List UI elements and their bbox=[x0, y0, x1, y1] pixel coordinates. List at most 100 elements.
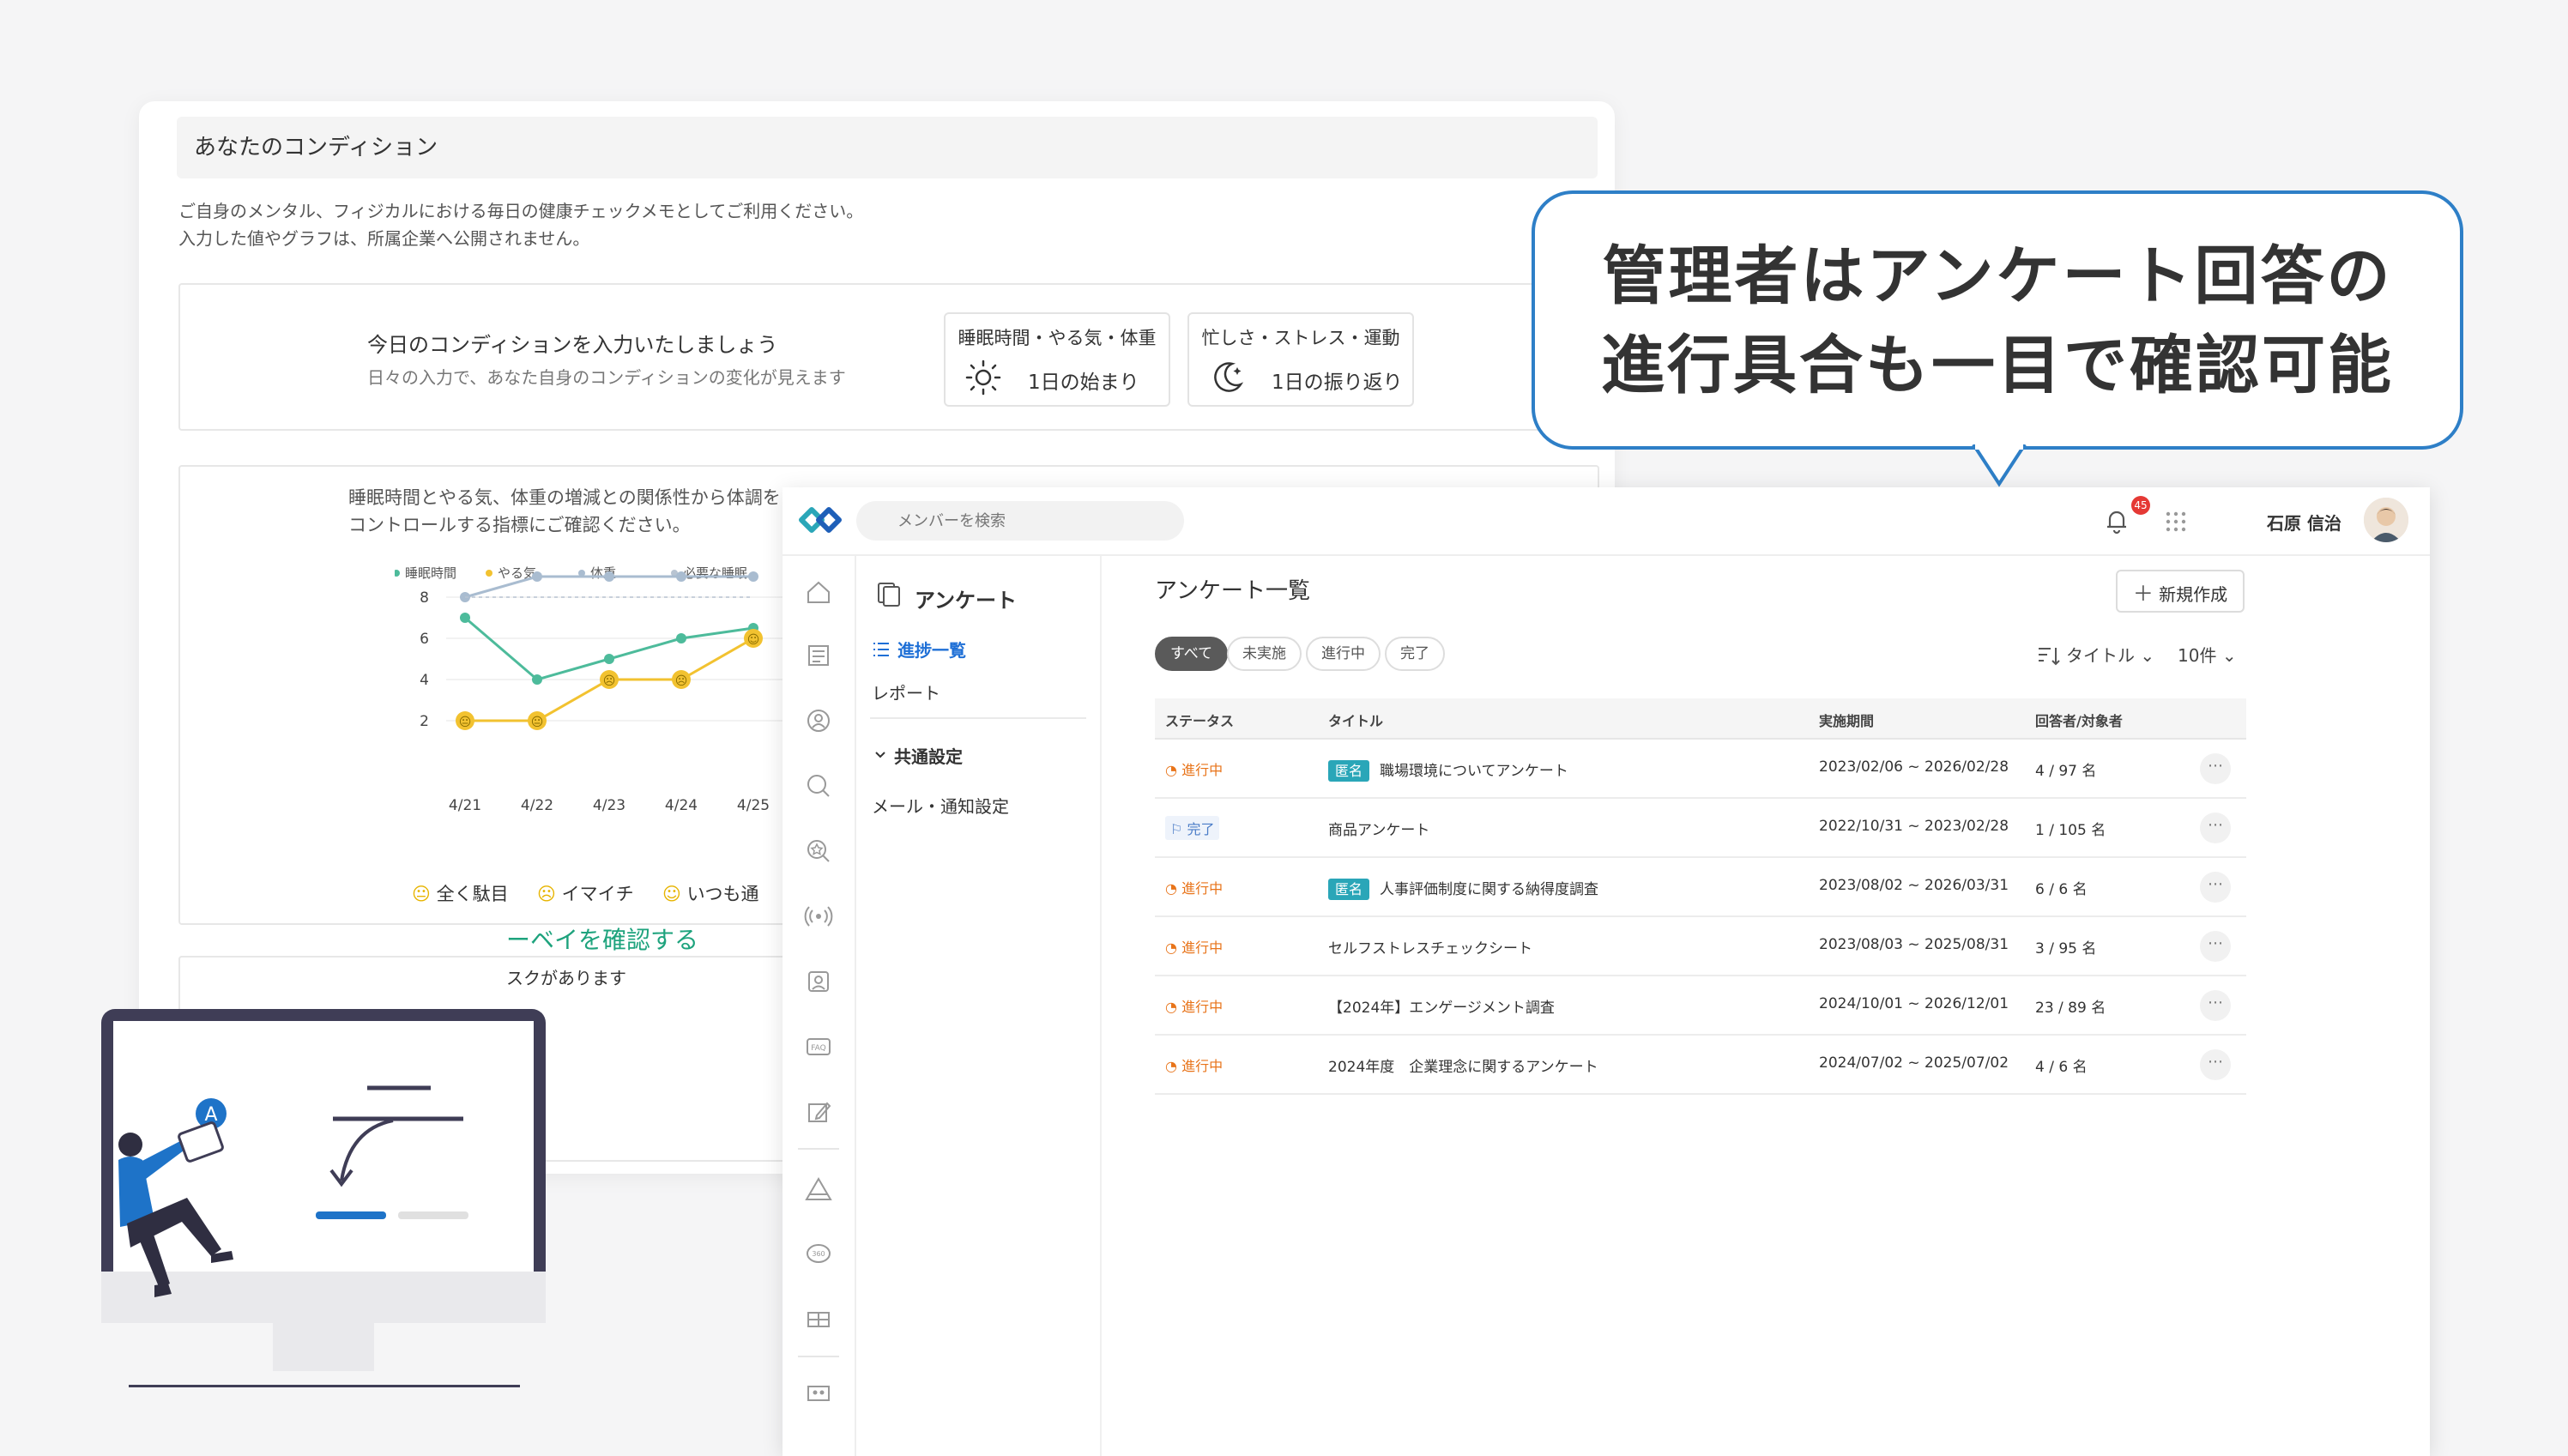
status-label: 進行中 bbox=[1181, 762, 1224, 778]
sort-label: タイトル bbox=[2066, 645, 2135, 666]
faq-icon[interactable]: FAQ bbox=[801, 1030, 836, 1064]
profile-icon[interactable] bbox=[801, 704, 836, 738]
col-title: タイトル bbox=[1328, 713, 1384, 729]
more-options-icon[interactable]: ⋯ bbox=[2200, 990, 2231, 1021]
filter-in-progress[interactable]: 進行中 bbox=[1306, 637, 1381, 671]
star-search-icon[interactable] bbox=[801, 834, 836, 868]
mood-face: 😐 bbox=[459, 716, 472, 729]
x-tick-label: 4/21 bbox=[449, 797, 481, 814]
status-badge: ◔ 進行中 bbox=[1165, 758, 1223, 779]
per-page-dropdown[interactable]: 10件 ⌄ bbox=[2178, 642, 2237, 667]
mountain-icon[interactable] bbox=[801, 1172, 836, 1206]
x-tick-label: 4/22 bbox=[521, 797, 553, 814]
status-label: 完了 bbox=[1187, 821, 1215, 837]
status-label: 進行中 bbox=[1181, 1058, 1224, 1074]
col-respondents: 回答者/対象者 bbox=[2035, 713, 2123, 729]
avatar[interactable] bbox=[2364, 498, 2408, 542]
apps-grid-icon[interactable] bbox=[2164, 510, 2188, 534]
survey-respondents: 6 / 6 名 bbox=[2035, 881, 2088, 898]
survey-subnav: アンケート 進捗一覧 レポート 共通設定 メール・通知設定 bbox=[856, 556, 1102, 1456]
new-button-label: 新規作成 bbox=[2159, 583, 2228, 605]
desk-line bbox=[129, 1385, 520, 1387]
survey-title[interactable]: 2024年度 企業理念に関するアンケート bbox=[1328, 1054, 1598, 1076]
user-name[interactable]: 石原 信治 bbox=[2267, 510, 2341, 535]
survey-title-text: 商品アンケート bbox=[1328, 822, 1430, 839]
filter-not-started[interactable]: 未実施 bbox=[1227, 637, 1302, 671]
mood-legend-1: 全く駄目 bbox=[436, 884, 509, 904]
survey-link[interactable]: ーベイを確認する bbox=[506, 921, 698, 956]
table-row[interactable]: ◔ 進行中 匿名 職場環境についてアンケート 2023/02/06 ~ 2026/02… bbox=[1155, 740, 2246, 799]
rail-divider-2 bbox=[798, 1356, 839, 1357]
edit-icon[interactable] bbox=[801, 1095, 836, 1129]
table-row[interactable]: ◔ 進行中 2024年度 企業理念に関するアンケート 2024/07/02 ~ 20… bbox=[1155, 1036, 2246, 1095]
table-row[interactable]: ⚐ 完了 商品アンケート 2022/10/31 ~ 2023/02/28 1 / 10… bbox=[1155, 799, 2246, 858]
sort-dropdown[interactable]: タイトル ⌄ bbox=[2066, 642, 2154, 667]
data-point bbox=[604, 571, 614, 582]
feedback-360-icon[interactable]: 360 bbox=[801, 1237, 836, 1272]
survey-respondents: 1 / 105 名 bbox=[2035, 822, 2106, 839]
graph-note: 睡眠時間とやる気、体重の増減との関係性から体調を コントロールする指標にご確認く… bbox=[348, 484, 795, 539]
callout-tail bbox=[1972, 444, 2027, 487]
x-tick-label: 4/24 bbox=[665, 797, 698, 814]
mood-face: ☺ bbox=[747, 633, 760, 647]
col-status: ステータス bbox=[1165, 713, 1235, 729]
bell-icon[interactable] bbox=[2102, 506, 2131, 535]
mood-legend: 😐 全く駄目 ☹ イマイチ ☺ いつも通 bbox=[412, 884, 759, 904]
broadcast-icon[interactable] bbox=[801, 899, 836, 933]
contact-icon[interactable] bbox=[801, 964, 836, 999]
graph-note-2: コントロールする指標にご確認ください。 bbox=[348, 515, 691, 535]
more-options-icon[interactable]: ⋯ bbox=[2200, 1049, 2231, 1080]
group-icon[interactable] bbox=[801, 1376, 836, 1411]
more-options-icon[interactable]: ⋯ bbox=[2200, 931, 2231, 962]
more-options-icon[interactable]: ⋯ bbox=[2200, 813, 2231, 843]
survey-title[interactable]: セルフストレスチェックシート bbox=[1328, 936, 1532, 958]
data-point bbox=[676, 633, 686, 643]
home-icon[interactable] bbox=[801, 575, 836, 609]
col-period: 実施期間 bbox=[1819, 713, 1875, 729]
survey-period: 2023/08/03 ~ 2025/08/31 bbox=[1819, 936, 2009, 953]
y-tick-label: 10 bbox=[410, 561, 429, 565]
evening-input-button[interactable]: 忙しさ・ストレス・運動 1日の振り返り bbox=[1187, 312, 1414, 407]
data-point bbox=[604, 654, 614, 664]
table-row[interactable]: ◔ 進行中 セルフストレスチェックシート 2023/08/03 ~ 2025/08/… bbox=[1155, 917, 2246, 976]
data-point bbox=[748, 571, 758, 582]
subnav-report[interactable]: レポート bbox=[872, 680, 940, 704]
survey-title[interactable]: 匿名 人事評価制度に関する納得度調査 bbox=[1328, 877, 1598, 900]
news-icon[interactable] bbox=[801, 638, 836, 673]
survey-title[interactable]: 商品アンケート bbox=[1328, 818, 1429, 839]
chevron-down-icon[interactable] bbox=[873, 750, 887, 760]
app-window: 45 石原 信治 FAQ 360 bbox=[782, 487, 2430, 1456]
sort-icon[interactable] bbox=[2037, 645, 2063, 668]
clock-icon: ◔ bbox=[1165, 939, 1177, 956]
callout-text: 管理者はアンケート回答の 進行具合も一目で確認可能 bbox=[1535, 232, 2460, 410]
status-label: 進行中 bbox=[1181, 999, 1224, 1015]
graph-note-1: 睡眠時間とやる気、体重の増減との関係性から体調を bbox=[348, 487, 781, 508]
survey-title[interactable]: 【2024年】エンゲージメント調査 bbox=[1328, 995, 1555, 1017]
member-search-input[interactable] bbox=[856, 501, 1184, 541]
legend-label: 必要な睡眠 bbox=[683, 565, 747, 581]
new-survey-button[interactable]: ＋ 新規作成 bbox=[2116, 570, 2245, 613]
legend-marker bbox=[486, 570, 492, 577]
anonymous-badge: 匿名 bbox=[1328, 760, 1370, 782]
filter-all[interactable]: すべて bbox=[1155, 637, 1229, 671]
subnav-progress-list[interactable]: 進捗一覧 bbox=[897, 637, 966, 662]
survey-title-text: セルフストレスチェックシート bbox=[1328, 940, 1532, 958]
subnav-common-settings[interactable]: 共通設定 bbox=[894, 743, 963, 768]
survey-period: 2024/07/02 ~ 2025/07/02 bbox=[1819, 1054, 2009, 1072]
mood-face: ☹ bbox=[675, 674, 688, 688]
member-search-icon[interactable] bbox=[801, 769, 836, 803]
monitor-illustration: A bbox=[101, 1009, 546, 1387]
monitor-stand bbox=[273, 1323, 374, 1371]
filter-done[interactable]: 完了 bbox=[1385, 637, 1445, 671]
table-icon[interactable] bbox=[801, 1302, 836, 1337]
subnav-mail-settings[interactable]: メール・通知設定 bbox=[872, 793, 1009, 818]
table-row[interactable]: ◔ 進行中 【2024年】エンゲージメント調査 2024/10/01 ~ 2026/… bbox=[1155, 976, 2246, 1036]
more-options-icon[interactable]: ⋯ bbox=[2200, 872, 2231, 903]
logo-icon[interactable] bbox=[798, 504, 843, 535]
table-row[interactable]: ◔ 進行中 匿名 人事評価制度に関する納得度調査 2023/08/02 ~ 2026/… bbox=[1155, 858, 2246, 917]
more-options-icon[interactable]: ⋯ bbox=[2200, 753, 2231, 784]
morning-input-button[interactable]: 睡眠時間・やる気・体重 1日の始まり bbox=[944, 312, 1170, 407]
survey-title[interactable]: 匿名 職場環境についてアンケート bbox=[1328, 758, 1568, 782]
y-tick-label: 2 bbox=[420, 713, 429, 730]
status-label: 進行中 bbox=[1181, 880, 1224, 897]
